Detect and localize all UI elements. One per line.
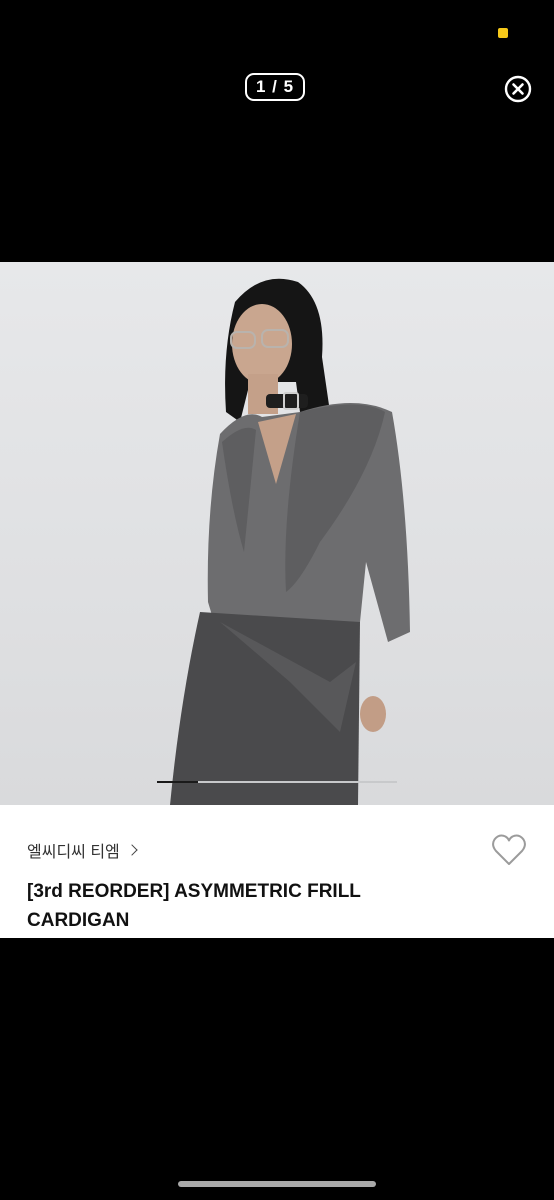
heart-outline-icon: [492, 834, 526, 865]
chevron-right-icon: [126, 844, 138, 856]
image-counter: 1 / 5: [245, 73, 305, 101]
product-title: [3rd REORDER] ASYMMETRIC FRILL CARDIGAN: [27, 881, 361, 931]
close-button[interactable]: [504, 75, 532, 103]
wishlist-button[interactable]: [491, 833, 527, 867]
close-circle-icon: [504, 75, 532, 103]
product-photo: [170, 278, 410, 805]
recording-indicator: [498, 28, 508, 38]
carousel-progress-fill: [157, 781, 198, 783]
product-info-panel: 엘씨디씨 티엠 [3rd REORDER] ASYMMETRIC FRILL C…: [0, 805, 554, 938]
product-image[interactable]: [0, 262, 554, 805]
home-indicator[interactable]: [178, 1181, 376, 1187]
brand-link[interactable]: 엘씨디씨 티엠: [27, 838, 138, 862]
image-counter-label: 1 / 5: [255, 77, 295, 96]
carousel-progress-track: [157, 781, 397, 783]
brand-name: 엘씨디씨 티엠: [27, 844, 120, 861]
